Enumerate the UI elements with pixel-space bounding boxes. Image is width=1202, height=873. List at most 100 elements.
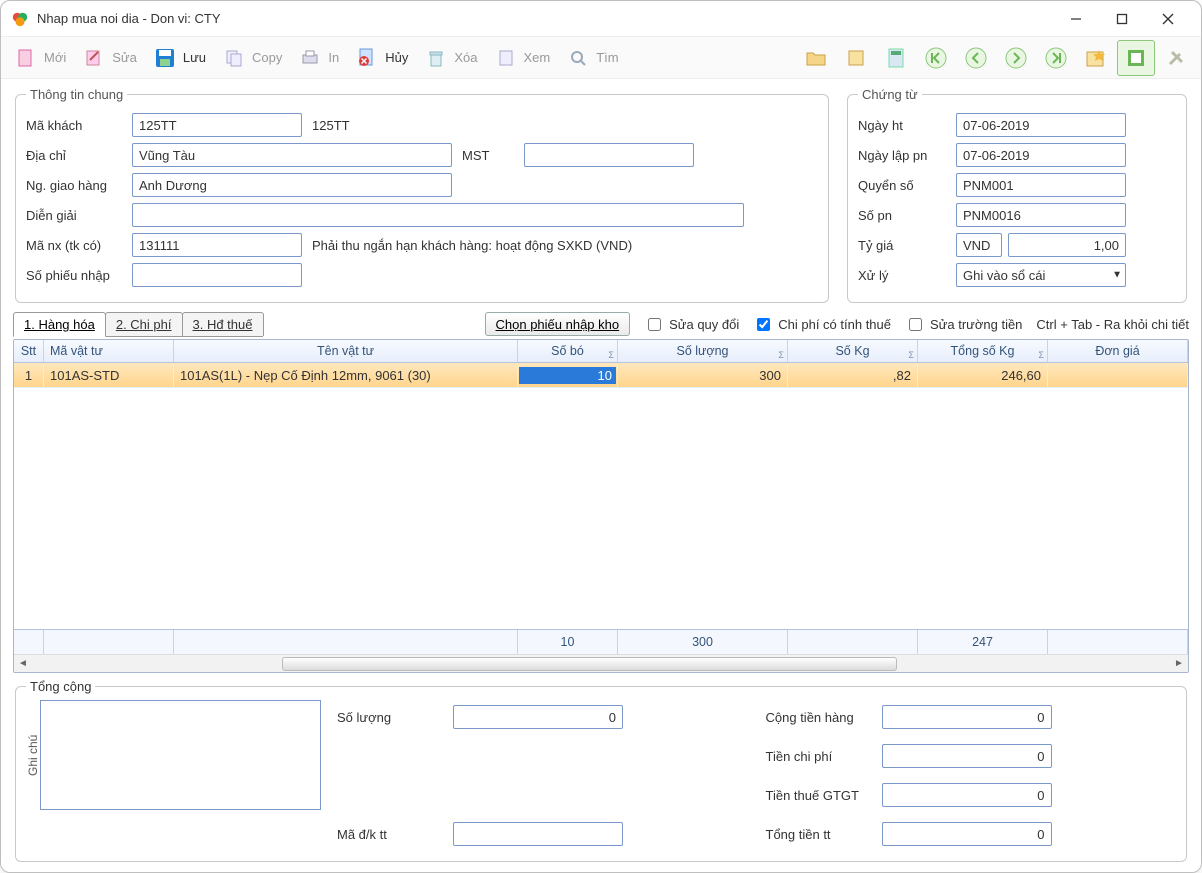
- cell-ten[interactable]: 101AS(1L) - Nẹp Cố Định 12mm, 9061 (30): [174, 363, 518, 388]
- choose-receipt-button[interactable]: Chọn phiếu nhập kho: [485, 312, 631, 336]
- nav-prev-button[interactable]: [957, 40, 995, 76]
- deliverer-input[interactable]: [132, 173, 452, 197]
- sopn-input[interactable]: [956, 203, 1126, 227]
- settings-button[interactable]: [1157, 40, 1195, 76]
- customer-code-input[interactable]: [132, 113, 302, 137]
- cancel-label: Hủy: [385, 50, 408, 65]
- tab-hanghoa[interactable]: 1. Hàng hóa: [13, 312, 106, 337]
- cell-mavt[interactable]: 101AS-STD: [44, 363, 174, 388]
- nav-next-button[interactable]: [997, 40, 1035, 76]
- totals-congtien-input[interactable]: [882, 705, 1052, 729]
- xuly-select[interactable]: [956, 263, 1126, 287]
- cancel-button[interactable]: Hủy: [348, 40, 415, 76]
- ngaylap-label: Ngày lập pn: [858, 148, 950, 163]
- trash-icon: [424, 46, 448, 70]
- maximize-button[interactable]: [1099, 4, 1145, 34]
- col-soluong[interactable]: Số lượngΣ: [618, 340, 788, 362]
- export-button[interactable]: [1117, 40, 1155, 76]
- totals-soluong-input[interactable]: [453, 705, 623, 729]
- favorite-button[interactable]: [1077, 40, 1115, 76]
- col-dongia[interactable]: Đơn giá: [1048, 340, 1188, 362]
- nav-first-button[interactable]: [917, 40, 955, 76]
- col-ten[interactable]: Tên vật tư: [174, 340, 518, 362]
- col-mavt[interactable]: Mã vật tư: [44, 340, 174, 362]
- col-stt[interactable]: Stt: [14, 340, 44, 362]
- book-button[interactable]: [837, 40, 875, 76]
- manx-input[interactable]: [132, 233, 302, 257]
- ngayht-input[interactable]: [956, 113, 1126, 137]
- print-icon: [298, 46, 322, 70]
- cell-soluong[interactable]: 300: [618, 363, 788, 388]
- totals-madk-input[interactable]: [453, 822, 623, 846]
- prev-icon: [964, 46, 988, 70]
- quyenso-input[interactable]: [956, 173, 1126, 197]
- minimize-button[interactable]: [1053, 4, 1099, 34]
- delete-button[interactable]: Xóa: [417, 40, 484, 76]
- folder-button[interactable]: [797, 40, 835, 76]
- ngaylap-input[interactable]: [956, 143, 1126, 167]
- footer-sobo: 10: [518, 630, 618, 654]
- save-label: Lưu: [183, 50, 206, 65]
- receipt-no-input[interactable]: [132, 263, 302, 287]
- chk-chiphi[interactable]: Chi phí có tính thuế: [753, 315, 891, 334]
- general-legend: Thông tin chung: [26, 87, 127, 102]
- detail-tabs: 1. Hàng hóa 2. Chi phí 3. Hđ thuế: [13, 311, 263, 337]
- manx-label: Mã nx (tk có): [26, 238, 126, 253]
- tools-icon: [1164, 46, 1188, 70]
- view-label: Xem: [524, 50, 551, 65]
- currency-input[interactable]: [956, 233, 1002, 257]
- mst-label: MST: [458, 148, 518, 163]
- print-button[interactable]: In: [291, 40, 346, 76]
- nav-last-button[interactable]: [1037, 40, 1075, 76]
- description-input[interactable]: [132, 203, 744, 227]
- copy-button[interactable]: Copy: [215, 40, 289, 76]
- tab-hdthue[interactable]: 3. Hđ thuế: [182, 312, 264, 336]
- tab-chiphi[interactable]: 2. Chi phí: [105, 312, 183, 336]
- footer-soluong: 300: [618, 630, 788, 654]
- totals-tongtien-input[interactable]: [882, 822, 1052, 846]
- grid-header: Stt Mã vật tư Tên vật tư Số bóΣ Số lượng…: [14, 340, 1188, 363]
- scroll-track[interactable]: [32, 656, 1170, 672]
- mst-input[interactable]: [524, 143, 694, 167]
- next-icon: [1004, 46, 1028, 70]
- sigma-icon: Σ: [778, 350, 784, 360]
- col-sobo[interactable]: Số bóΣ: [518, 340, 618, 362]
- scroll-left-icon[interactable]: ◄: [14, 656, 32, 672]
- cell-tongkg[interactable]: 246,60: [918, 363, 1048, 388]
- address-input[interactable]: [132, 143, 452, 167]
- table-row[interactable]: 1 101AS-STD 101AS(1L) - Nẹp Cố Định 12mm…: [14, 363, 1188, 388]
- col-sokg[interactable]: Số KgΣ: [788, 340, 918, 362]
- scroll-right-icon[interactable]: ►: [1170, 656, 1188, 672]
- totals-thue-label: Tiền thuế GTGT: [766, 788, 876, 803]
- tygia-input[interactable]: [1008, 233, 1126, 257]
- new-icon: [14, 46, 38, 70]
- new-label: Mới: [44, 50, 66, 65]
- grid-hint: Ctrl + Tab - Ra khỏi chi tiết: [1036, 317, 1189, 332]
- totals-congtien-label: Cộng tiền hàng: [766, 710, 876, 725]
- totals-panel: Tổng cộng Ghi chú Số lượng Mã đ/k tt Cộn…: [15, 679, 1187, 862]
- edit-button[interactable]: Sửa: [75, 40, 144, 76]
- chk-suatruongtien[interactable]: Sửa trường tiền: [905, 315, 1022, 334]
- new-button[interactable]: Mới: [7, 40, 73, 76]
- save-button[interactable]: Lưu: [146, 40, 213, 76]
- view-button[interactable]: Xem: [487, 40, 558, 76]
- horizontal-scrollbar[interactable]: ◄ ►: [14, 654, 1188, 672]
- cell-dongia[interactable]: [1048, 363, 1188, 388]
- grid-body[interactable]: 1 101AS-STD 101AS(1L) - Nẹp Cố Định 12mm…: [14, 363, 1188, 629]
- cell-sobo[interactable]: 10: [518, 363, 618, 388]
- receipt-no-label: Số phiếu nhập: [26, 268, 126, 283]
- totals-thue-input[interactable]: [882, 783, 1052, 807]
- find-label: Tìm: [596, 50, 618, 65]
- calculator-button[interactable]: [877, 40, 915, 76]
- delete-label: Xóa: [454, 50, 477, 65]
- close-button[interactable]: [1145, 4, 1191, 34]
- col-tongkg[interactable]: Tổng số KgΣ: [918, 340, 1048, 362]
- cell-sokg[interactable]: ,82: [788, 363, 918, 388]
- sigma-icon: Σ: [608, 350, 614, 360]
- tygia-label: Tỷ giá: [858, 238, 950, 253]
- chk-suaquydoi[interactable]: Sửa quy đổi: [644, 315, 739, 334]
- ghichu-textarea[interactable]: [40, 700, 321, 810]
- scroll-thumb[interactable]: [282, 657, 897, 671]
- totals-chiphi-input[interactable]: [882, 744, 1052, 768]
- find-button[interactable]: Tìm: [559, 40, 625, 76]
